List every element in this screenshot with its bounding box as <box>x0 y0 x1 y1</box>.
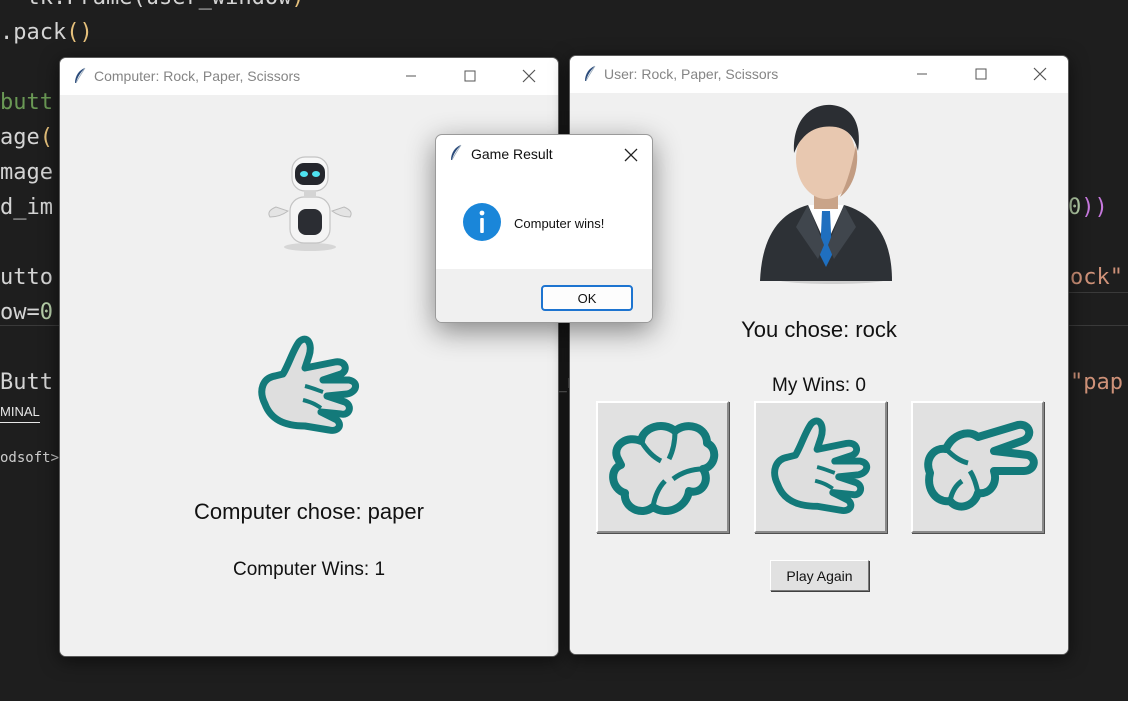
info-icon <box>463 203 501 241</box>
close-icon[interactable] <box>519 66 539 86</box>
terminal-prompt: odsoft> <box>0 450 60 466</box>
editor-divider-left <box>0 325 60 326</box>
user-wins-label: My Wins: 0 <box>772 375 866 396</box>
maximize-icon[interactable] <box>460 66 480 86</box>
feather-icon <box>451 144 462 161</box>
businessman-icon <box>760 104 892 284</box>
user-window-titlebar[interactable]: User: Rock, Paper, Scissors <box>570 56 1068 93</box>
hand-paper-icon <box>770 417 870 515</box>
robot-icon <box>268 156 352 251</box>
computer-wins-label: Computer Wins: 1 <box>232 559 386 580</box>
hand-paper-icon <box>258 335 359 434</box>
computer-window-titlebar[interactable]: Computer: Rock, Paper, Scissors <box>60 58 558 95</box>
user-window-title: User: Rock, Paper, Scissors <box>604 66 779 82</box>
play-again-button[interactable]: Play Again <box>770 560 869 591</box>
minimize-icon[interactable] <box>912 64 932 84</box>
code-line: = tk.Frame(user_window) <box>0 0 305 15</box>
code-fragment-right-2: ock" <box>1070 265 1123 290</box>
editor-divider-right <box>1068 325 1128 326</box>
rock-button[interactable] <box>596 401 729 533</box>
dialog-title: Game Result <box>471 146 553 162</box>
paper-button[interactable] <box>754 401 887 533</box>
dialog-message: Computer wins! <box>514 216 605 231</box>
code-fragment-right-3: "pap <box>1070 370 1123 395</box>
terminal-tab[interactable]: MINAL <box>0 404 40 423</box>
feather-icon <box>585 65 596 82</box>
computer-choice-label: Computer chose: paper <box>194 499 424 524</box>
maximize-icon[interactable] <box>971 64 991 84</box>
code-line: .pack() <box>0 20 93 45</box>
editor-divider-right-2 <box>1068 292 1128 293</box>
hand-scissors-icon <box>923 420 1038 511</box>
close-icon[interactable] <box>621 145 641 165</box>
computer-window-title: Computer: Rock, Paper, Scissors <box>94 68 301 84</box>
game-result-dialog: Game Result Computer wins! OK <box>435 134 653 323</box>
ok-button[interactable]: OK <box>541 285 633 311</box>
scissors-button[interactable] <box>911 401 1044 533</box>
dialog-titlebar[interactable]: Game Result <box>436 135 652 173</box>
close-icon[interactable] <box>1030 64 1050 84</box>
feather-icon <box>75 67 86 84</box>
minimize-icon[interactable] <box>401 66 421 86</box>
code-fragment-right-1: 0)) <box>1068 195 1108 220</box>
hand-rock-icon <box>608 422 718 515</box>
